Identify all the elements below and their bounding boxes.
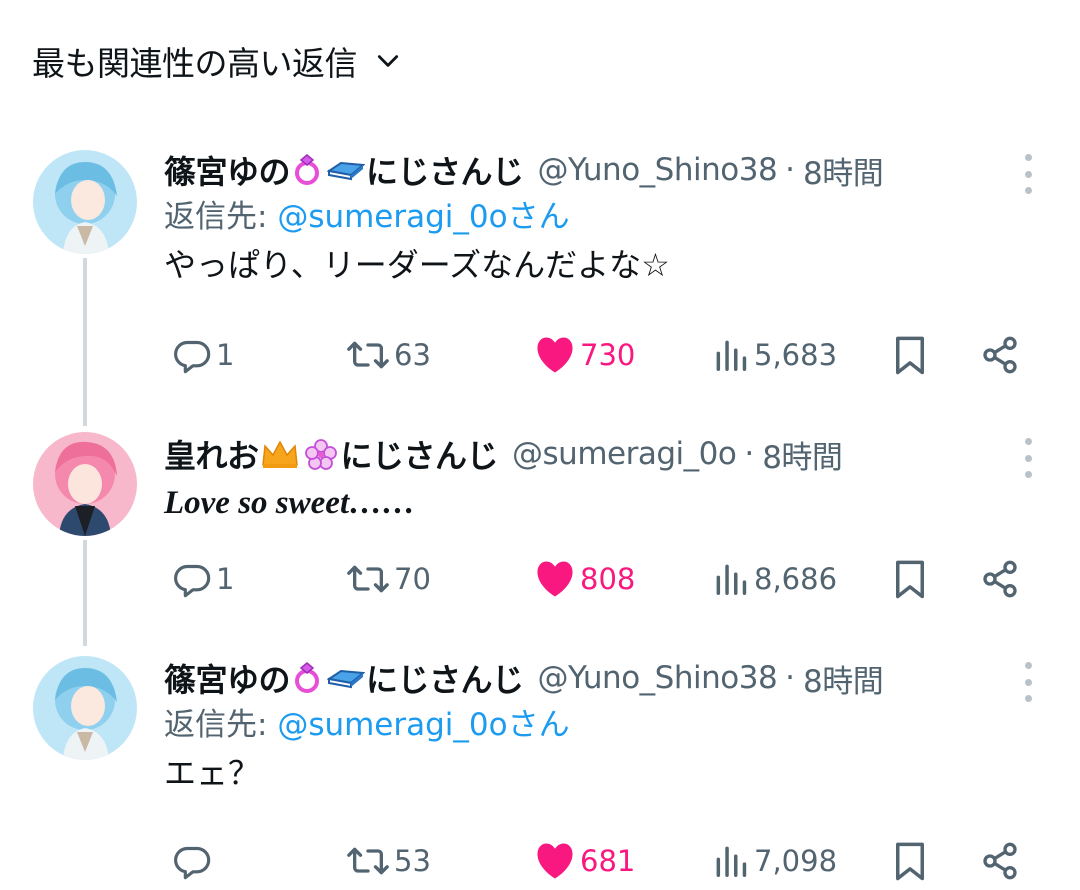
bookmark-button[interactable]	[892, 554, 928, 604]
reply-button[interactable]	[172, 836, 216, 886]
view-count: 8,686	[754, 562, 838, 596]
retweet-button[interactable]: 63	[346, 330, 431, 380]
chevron-down-icon	[375, 48, 401, 74]
share-icon	[980, 841, 1020, 881]
share-icon	[980, 335, 1020, 375]
like-button[interactable]: 730	[534, 330, 635, 380]
like-button[interactable]: 808	[534, 554, 635, 604]
views-bar-chart-icon	[712, 559, 750, 599]
bookmark-button[interactable]	[892, 836, 928, 886]
retweet-count: 63	[394, 338, 431, 372]
reply-to-line: 返信先: @sumeragi_0oさん	[164, 194, 1020, 240]
share-button[interactable]	[980, 554, 1020, 604]
more-options-icon[interactable]	[1022, 662, 1034, 702]
action-bar: 1 70 808 8,686	[164, 554, 1034, 604]
tweet-text: エェ？	[164, 754, 261, 792]
like-button[interactable]: 681	[534, 836, 635, 886]
author-line: 皇れお にじさんじ @sumeragi_0o · 8時間	[164, 430, 1020, 478]
retweet-count: 70	[394, 562, 431, 596]
handle[interactable]: @Yuno_Shino38	[538, 660, 778, 696]
share-button[interactable]	[980, 836, 1020, 886]
retweet-icon	[346, 841, 390, 881]
more-options-icon[interactable]	[1022, 154, 1034, 194]
flower-emoji	[302, 437, 340, 471]
reply-button[interactable]: 1	[172, 554, 234, 604]
action-bar: 1 63 730 5,683	[164, 330, 1034, 380]
ring-emoji	[291, 661, 325, 695]
like-count: 730	[580, 338, 636, 372]
views-button[interactable]: 7,098	[712, 836, 837, 886]
book-emoji	[327, 153, 366, 187]
action-bar: 53 681 7,098	[164, 836, 1034, 886]
timestamp[interactable]: 8時間	[803, 148, 884, 193]
bookmark-icon	[892, 840, 928, 882]
reply-to-mention[interactable]: @sumeragi_0oさん	[277, 199, 569, 235]
tweet[interactable]: 皇れお にじさんじ @sumeragi_0o · 8時間 Love so swe…	[0, 424, 1080, 624]
reply-sort-dropdown[interactable]: 最も関連性の高い返信	[32, 36, 401, 86]
tweet[interactable]: 篠宮ゆの にじさんじ @Yuno_Shino38 · 8時間 返信先: @sum…	[0, 648, 1080, 890]
avatar[interactable]	[33, 432, 137, 536]
reply-sort-label: 最も関連性の高い返信	[32, 44, 358, 83]
reply-to-prefix: 返信先:	[164, 707, 278, 743]
view-count: 5,683	[754, 338, 838, 372]
retweet-count: 53	[394, 844, 431, 878]
handle[interactable]: @Yuno_Shino38	[538, 152, 778, 188]
heart-icon	[534, 841, 576, 881]
tweet-text: Love so sweet……	[164, 485, 416, 521]
author-line: 篠宮ゆの にじさんじ @Yuno_Shino38 · 8時間	[164, 146, 1020, 194]
display-name[interactable]: 篠宮ゆの	[164, 655, 291, 701]
tweet[interactable]: 篠宮ゆの にじさんじ @Yuno_Shino38 · 8時間 返信先: @sum…	[0, 140, 1080, 400]
timestamp[interactable]: 8時間	[803, 656, 884, 701]
heart-icon	[534, 335, 576, 375]
display-name-suffix: にじさんじ	[340, 437, 499, 475]
reply-to-prefix: 返信先:	[164, 199, 278, 235]
bookmark-icon	[892, 334, 928, 376]
display-name[interactable]: 篠宮ゆの	[164, 147, 291, 193]
like-count: 681	[580, 844, 636, 878]
reply-button[interactable]: 1	[172, 330, 234, 380]
reply-to-mention[interactable]: @sumeragi_0oさん	[277, 707, 569, 743]
separator: ·	[785, 660, 796, 696]
retweet-icon	[346, 559, 390, 599]
view-count: 7,098	[754, 844, 838, 878]
retweet-button[interactable]: 70	[346, 554, 431, 604]
separator: ·	[785, 152, 796, 188]
views-button[interactable]: 5,683	[712, 330, 837, 380]
avatar[interactable]	[33, 656, 137, 760]
tweet-text: やっぱり、リーダーズなんだよな☆	[164, 246, 670, 284]
reply-icon	[172, 335, 212, 375]
views-bar-chart-icon	[712, 335, 750, 375]
share-icon	[980, 559, 1020, 599]
display-name-suffix: にじさんじ	[366, 661, 524, 699]
crown-emoji	[260, 437, 300, 471]
views-bar-chart-icon	[712, 841, 750, 881]
retweet-button[interactable]: 53	[346, 836, 431, 886]
book-emoji	[327, 661, 366, 695]
reply-icon	[172, 559, 212, 599]
handle[interactable]: @sumeragi_0o	[512, 436, 737, 472]
reply-icon	[172, 841, 212, 881]
bookmark-button[interactable]	[892, 330, 928, 380]
reply-to-line: 返信先: @sumeragi_0oさん	[164, 702, 1020, 748]
reply-count: 1	[216, 338, 235, 372]
avatar[interactable]	[33, 150, 137, 254]
reply-count: 1	[216, 562, 235, 596]
views-button[interactable]: 8,686	[712, 554, 837, 604]
share-button[interactable]	[980, 330, 1020, 380]
timestamp[interactable]: 8時間	[762, 432, 843, 477]
bookmark-icon	[892, 558, 928, 600]
display-name[interactable]: 皇れお	[164, 431, 259, 477]
ring-emoji	[291, 153, 325, 187]
display-name-suffix: にじさんじ	[366, 153, 524, 191]
like-count: 808	[580, 562, 636, 596]
more-options-icon[interactable]	[1022, 438, 1034, 478]
retweet-icon	[346, 335, 390, 375]
author-line: 篠宮ゆの にじさんじ @Yuno_Shino38 · 8時間	[164, 654, 1020, 702]
heart-icon	[534, 559, 576, 599]
separator: ·	[744, 436, 755, 472]
